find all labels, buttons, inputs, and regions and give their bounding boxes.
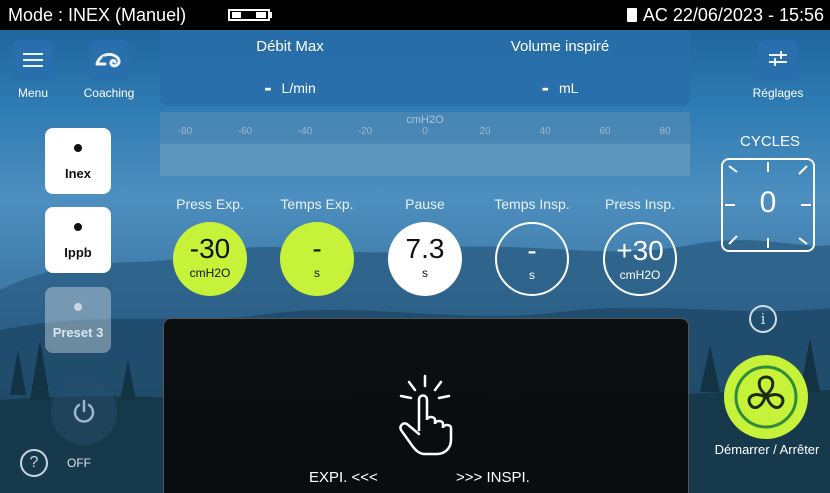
- pressure-unit: cmH2O: [406, 114, 444, 126]
- measurement-panel: Débit Max - L/min Volume inspiré - mL: [160, 30, 690, 106]
- temps-insp-unit: s: [529, 268, 535, 282]
- mode-dot: [74, 144, 82, 152]
- scale-tick: -60: [237, 126, 253, 137]
- power-plug-icon: [626, 8, 637, 22]
- peak-flow-value: -: [264, 75, 272, 100]
- peak-flow-readout: Débit Max - L/min: [160, 38, 420, 101]
- mode-inex-button[interactable]: Inex: [45, 128, 111, 194]
- start-stop-button[interactable]: [724, 355, 808, 439]
- fan-icon: [734, 365, 798, 429]
- mode-preset3-button[interactable]: Preset 3: [45, 287, 111, 353]
- inspired-volume-value: -: [541, 75, 549, 100]
- peak-flow-unit: L/min: [281, 80, 316, 96]
- trigger-panel[interactable]: EXPI. <<< >>> INSPI.: [163, 318, 689, 493]
- temps-exp-label: Temps Exp.: [280, 196, 354, 212]
- power-icon: [73, 399, 95, 423]
- mode-indicator: Mode : INEX (Manuel): [8, 5, 187, 25]
- touch-hand-icon: [399, 374, 453, 456]
- scale-tick: 80: [659, 126, 671, 137]
- cycles-label: CYCLES: [739, 133, 801, 150]
- pause-value: 7.3: [405, 233, 445, 264]
- menu-tile[interactable]: [13, 40, 53, 80]
- status-bar: Mode : INEX (Manuel) AC 22/06/2023 - 15:…: [0, 0, 830, 30]
- menu-label: Menu: [17, 86, 49, 100]
- inspi-label: >>> INSPI.: [456, 469, 530, 486]
- pause-gauge[interactable]: 7.3 s: [388, 222, 462, 296]
- scale-tick: 40: [539, 126, 551, 137]
- coaching-tile[interactable]: [89, 40, 129, 80]
- mode-dot: [74, 223, 82, 231]
- temps-exp-unit: s: [314, 266, 320, 280]
- battery-icon: [228, 9, 272, 21]
- sliders-icon: [769, 51, 787, 66]
- pause-label: Pause: [405, 196, 445, 212]
- info-icon[interactable]: i: [749, 305, 777, 333]
- cycles-counter[interactable]: 0: [721, 158, 815, 252]
- scale-tick: -80: [177, 126, 193, 137]
- inspired-volume-unit: mL: [558, 80, 579, 96]
- temps-insp-value: -: [527, 235, 537, 266]
- press-exp-unit: cmH2O: [189, 266, 231, 280]
- press-insp-value: +30: [616, 235, 664, 266]
- power-datetime: AC 22/06/2023 - 15:56: [626, 0, 824, 30]
- temps-exp-gauge[interactable]: - s: [280, 222, 354, 296]
- mode-ippb-button[interactable]: Ippb: [45, 207, 111, 273]
- cycles-value: 0: [759, 186, 777, 219]
- coaching-button[interactable]: Coaching: [76, 40, 142, 100]
- press-exp-label: Press Exp.: [176, 196, 244, 212]
- pause-unit: s: [422, 266, 428, 280]
- chameleon-icon: [95, 52, 121, 68]
- question-circle-icon[interactable]: ?: [20, 449, 48, 477]
- mode-ippb-label: Ippb: [64, 245, 92, 260]
- scale-tick: -40: [297, 126, 313, 137]
- start-stop-label: Démarrer / Arrêter: [714, 442, 820, 457]
- scale-tick: -20: [357, 126, 373, 137]
- peak-flow-title: Débit Max: [256, 38, 324, 55]
- inspired-volume-readout: Volume inspiré - mL: [430, 38, 690, 101]
- off-label: OFF: [67, 456, 91, 470]
- press-insp-label: Press Insp.: [604, 196, 676, 212]
- press-insp-unit: cmH2O: [619, 268, 661, 282]
- mode-inex-label: Inex: [64, 166, 91, 181]
- mode-preset3-label: Preset 3: [52, 325, 104, 340]
- temps-insp-gauge[interactable]: - s: [495, 222, 569, 296]
- settings-button[interactable]: Réglages: [733, 40, 823, 100]
- settings-tile[interactable]: [758, 40, 798, 80]
- scale-tick: 20: [479, 126, 491, 137]
- press-exp-gauge[interactable]: -30 cmH2O: [173, 222, 247, 296]
- menu-button[interactable]: Menu: [10, 40, 56, 100]
- expi-label: EXPI. <<<: [309, 469, 378, 486]
- temps-exp-value: -: [312, 233, 322, 264]
- press-insp-gauge[interactable]: +30 cmH2O: [603, 222, 677, 296]
- coaching-label: Coaching: [83, 86, 135, 100]
- power-button[interactable]: [51, 379, 117, 445]
- temps-insp-label: Temps Insp.: [494, 196, 570, 212]
- datetime-text: AC 22/06/2023 - 15:56: [642, 5, 824, 25]
- inspired-volume-title: Volume inspiré: [510, 38, 610, 55]
- pressure-bar: [160, 144, 690, 176]
- pressure-scale: cmH2O -80 -60 -40 -20 0 20 40 60 80: [160, 112, 690, 176]
- press-exp-value: -30: [189, 233, 231, 264]
- scale-tick: 0: [422, 126, 428, 137]
- scale-tick: 60: [599, 126, 611, 137]
- hamburger-icon: [23, 53, 43, 67]
- mode-dot: [74, 303, 82, 311]
- settings-label: Réglages: [752, 86, 804, 100]
